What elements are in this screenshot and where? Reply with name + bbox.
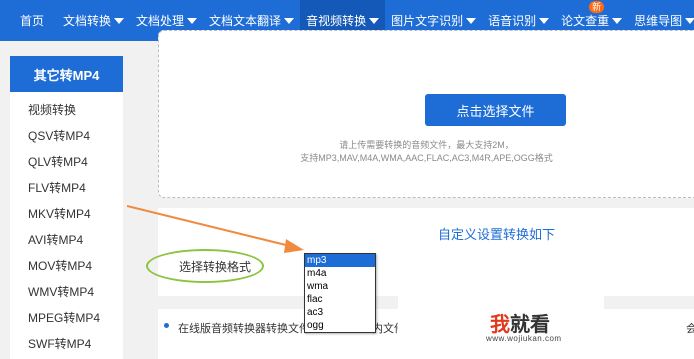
format-option-m4a[interactable]: m4a bbox=[305, 267, 375, 280]
sidebar-list: 视频转换 QSV转MP4 QLV转MP4 FLV转MP4 MKV转MP4 AVI… bbox=[10, 92, 123, 357]
sidebar-item-video-convert[interactable]: 视频转换 bbox=[10, 97, 123, 123]
caret-down-icon bbox=[612, 17, 623, 24]
nav-label: 文档转换 bbox=[63, 14, 112, 28]
sidebar-item-qsv[interactable]: QSV转MP4 bbox=[10, 123, 123, 149]
nav-home-label: 首页 bbox=[20, 14, 45, 28]
nav-label: 音视频转换 bbox=[306, 14, 367, 28]
watermark-logo: 我就看 bbox=[490, 308, 550, 337]
sidebar-item-wmv[interactable]: WMV转MP4 bbox=[10, 279, 123, 305]
format-option-ogg[interactable]: ogg bbox=[305, 319, 375, 332]
sidebar-item-mov[interactable]: MOV转MP4 bbox=[10, 253, 123, 279]
nav-label: 图片文字识别 bbox=[391, 14, 464, 28]
upload-hint-size: 请上传需要转换的音频文件，最大支持2M， bbox=[339, 140, 514, 150]
watermark-logo-part2: 就看 bbox=[510, 314, 550, 336]
format-option-ac3[interactable]: ac3 bbox=[305, 306, 375, 319]
sidebar-item-swf[interactable]: SWF转MP4 bbox=[10, 331, 123, 357]
nav-doc-convert[interactable]: 文档转换 bbox=[57, 0, 130, 41]
upload-dropzone[interactable]: 点击选择文件 请上传需要转换的音频文件，最大支持2M， 支持MP3,MAV,M4… bbox=[158, 30, 694, 198]
sidebar-item-flv[interactable]: FLV转MP4 bbox=[10, 175, 123, 201]
format-option-flac[interactable]: flac bbox=[305, 293, 375, 306]
watermark-logo-part1: 我 bbox=[490, 314, 510, 336]
format-option-wma[interactable]: wma bbox=[305, 280, 375, 293]
caret-down-icon bbox=[284, 17, 295, 24]
watermark: 我就看 www.wojiukan.com bbox=[398, 290, 604, 359]
sidebar-item-mkv[interactable]: MKV转MP4 bbox=[10, 201, 123, 227]
format-option-mp3[interactable]: mp3 bbox=[305, 254, 375, 267]
bullet-icon bbox=[164, 323, 169, 328]
caret-down-icon bbox=[466, 17, 477, 24]
caret-down-icon bbox=[685, 17, 694, 24]
sidebar: 其它转MP4 视频转换 QSV转MP4 QLV转MP4 FLV转MP4 MKV转… bbox=[10, 56, 123, 359]
nav-label: 论文查重 bbox=[561, 14, 610, 28]
sidebar-title: 其它转MP4 bbox=[10, 56, 123, 92]
nav-label: 语音识别 bbox=[488, 14, 537, 28]
highlight-ellipse bbox=[146, 249, 264, 283]
nav-label: 文档处理 bbox=[136, 14, 185, 28]
format-select-dropdown[interactable]: mp3 m4a wma flac ac3 ogg bbox=[304, 253, 376, 333]
settings-title: 自定义设置转换如下 bbox=[438, 227, 556, 242]
nav-label: 文档文本翻译 bbox=[209, 14, 282, 28]
sidebar-item-avi[interactable]: AVI转MP4 bbox=[10, 227, 123, 253]
select-file-button[interactable]: 点击选择文件 bbox=[425, 94, 566, 126]
caret-down-icon bbox=[369, 17, 380, 24]
new-badge: 新 bbox=[589, 1, 605, 13]
sidebar-item-qlv[interactable]: QLV转MP4 bbox=[10, 149, 123, 175]
nav-home[interactable]: 首页 bbox=[0, 0, 57, 41]
caret-down-icon bbox=[187, 17, 198, 24]
caret-down-icon bbox=[114, 17, 125, 24]
nav-label: 思维导图 bbox=[634, 14, 683, 28]
watermark-url: www.wojiukan.com bbox=[486, 334, 562, 343]
sidebar-item-mpeg[interactable]: MPEG转MP4 bbox=[10, 305, 123, 331]
caret-down-icon bbox=[539, 17, 550, 24]
upload-hint-formats: 支持MP3,MAV,M4A,WMA,AAC,FLAC,AC3,M4R,APE,O… bbox=[300, 153, 553, 163]
info-note-text-right: 会 bbox=[686, 323, 694, 335]
info-note-text: 在线版音频转换器转换文件 bbox=[178, 323, 310, 335]
